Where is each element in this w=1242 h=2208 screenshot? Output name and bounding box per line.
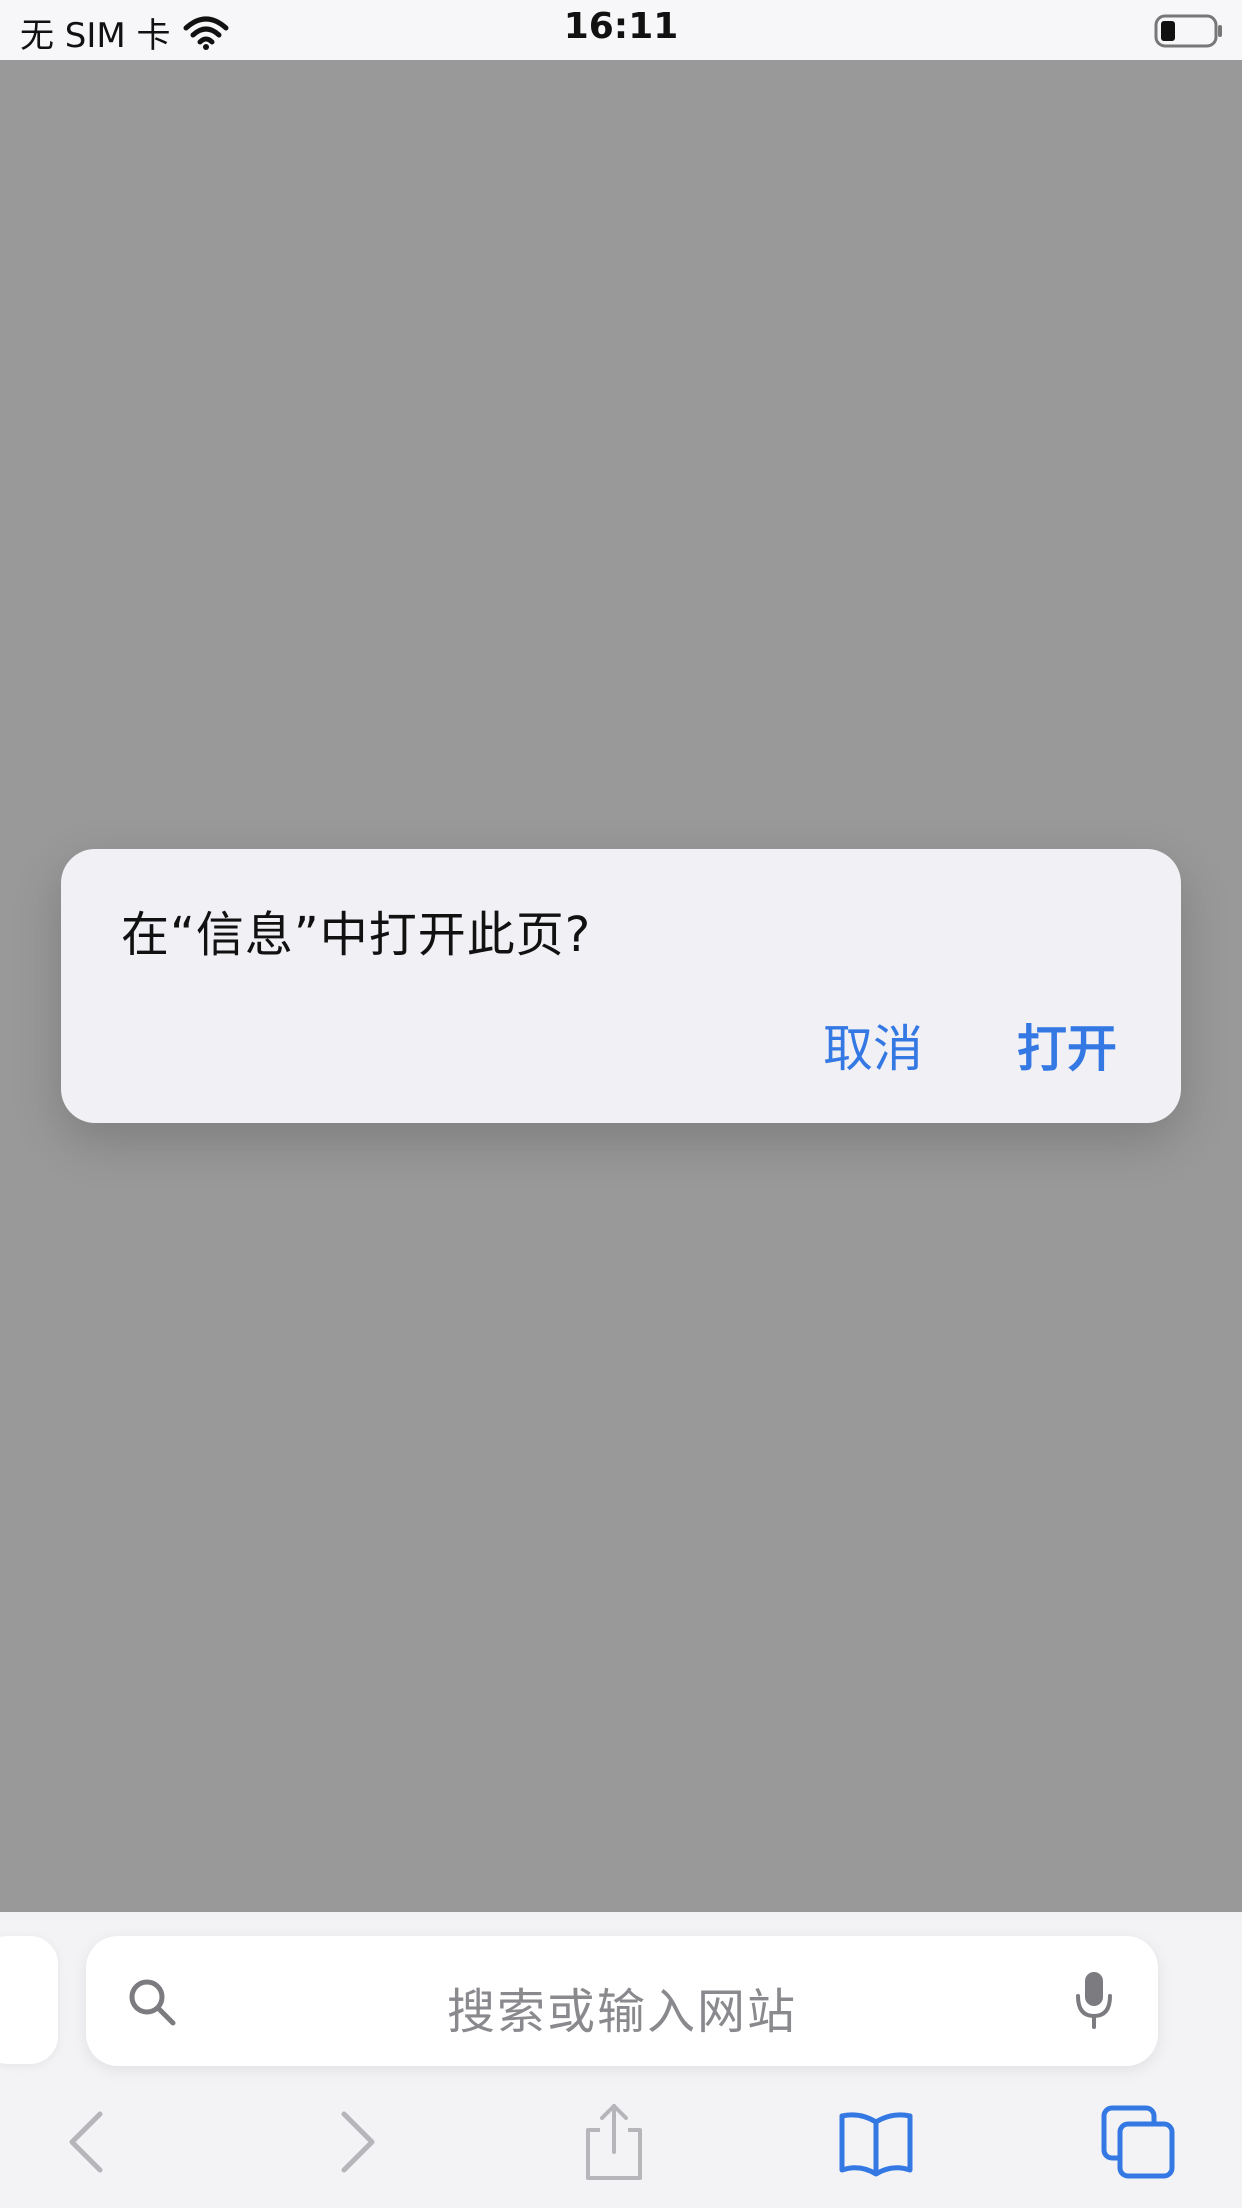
microphone-icon[interactable] (1074, 1970, 1114, 2030)
book-icon[interactable] (836, 2102, 916, 2182)
previous-tab-card[interactable] (0, 1936, 58, 2064)
forward-chevron-icon[interactable] (316, 2102, 396, 2182)
address-search-bar[interactable]: 搜索或输入网站 (86, 1936, 1158, 2066)
tabs-icon[interactable] (1098, 2102, 1178, 2182)
back-chevron-icon[interactable] (48, 2102, 128, 2182)
search-placeholder: 搜索或输入网站 (446, 1984, 797, 2040)
share-icon[interactable] (574, 2102, 654, 2182)
status-bar: 无 SIM 卡 16:11 (0, 0, 1242, 60)
battery-icon (1154, 14, 1222, 48)
open-in-messages-alert: 在“信息”中打开此页? 取消 打开 (61, 849, 1181, 1123)
alert-message: 在“信息”中打开此页? (121, 907, 592, 963)
status-time: 16:11 (563, 6, 679, 47)
cancel-button[interactable]: 取消 (823, 1009, 923, 1081)
browser-bottom-bar: 搜索或输入网站 (0, 1912, 1242, 2208)
open-button[interactable]: 打开 (1017, 1009, 1117, 1081)
